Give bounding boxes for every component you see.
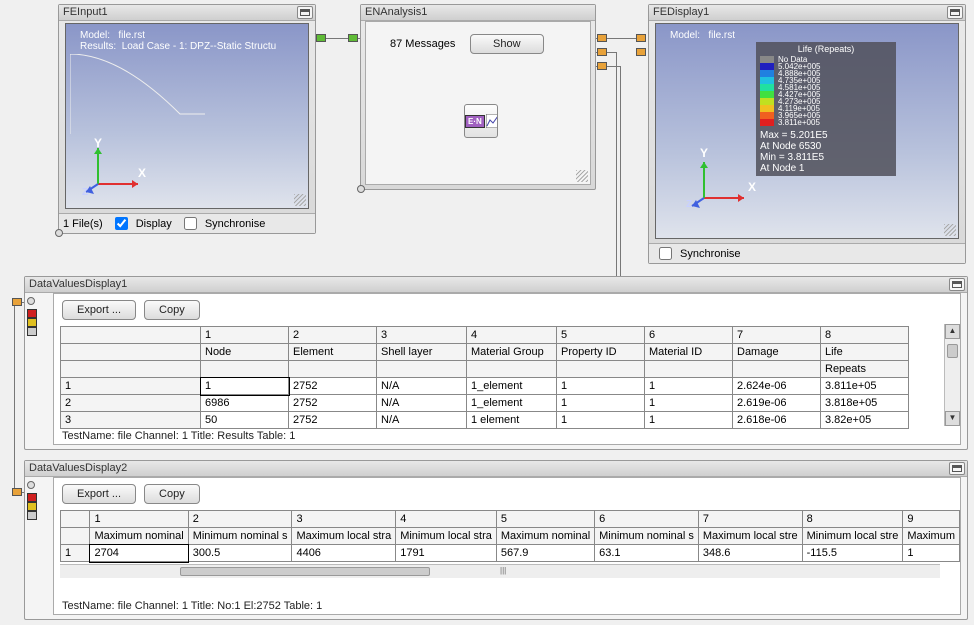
y-axis-label: Y [94, 136, 102, 150]
table-header-row: NodeElementShell layerMaterial Group Pro… [61, 344, 909, 361]
legend-title: Life (Repeats) [760, 44, 892, 54]
dvd1-status: TestName: file Channel: 1 Title: Results… [62, 430, 295, 442]
messages-count: 87 Messages [390, 38, 455, 50]
max-value: Max = 5.201E5 [760, 130, 892, 141]
x-axis-label: X [138, 166, 146, 180]
channel-block[interactable] [27, 327, 37, 336]
channel-block[interactable] [27, 511, 37, 520]
synchronise-label: Synchronise [680, 248, 741, 260]
feinput-footer: 1 File(s) Display Synchronise [59, 213, 315, 233]
input-port[interactable] [12, 298, 22, 306]
horizontal-scrollbar[interactable]: ||| [60, 564, 940, 578]
channel-block[interactable] [27, 309, 37, 318]
axis-triad-icon [686, 156, 756, 216]
resize-grip-icon[interactable] [576, 170, 588, 182]
export-button[interactable]: Export ... [62, 484, 136, 504]
en-analysis-icon[interactable]: E·N [464, 104, 498, 138]
copy-button[interactable]: Copy [144, 484, 200, 504]
max-node: At Node 6530 [760, 141, 892, 152]
table-row[interactable]: 1 12752N/A1_element 112.624e-063.811e+05 [61, 378, 909, 395]
model-value: file.rst [118, 30, 145, 41]
input-port[interactable] [636, 34, 646, 42]
input-port[interactable] [636, 48, 646, 56]
legend-values: No Data 5.042e+005 4.888e+005 4.735e+005… [778, 56, 821, 126]
channel-block[interactable] [27, 318, 37, 327]
channel-block[interactable] [27, 493, 37, 502]
input-port[interactable] [12, 488, 22, 496]
export-button[interactable]: Export ... [62, 300, 136, 320]
fedisplay-viewport[interactable]: Model: file.rst Life (Repeats) [655, 23, 959, 239]
feinput-viewport[interactable]: Model: file.rst Results: Load Case - 1: … [65, 23, 309, 209]
scroll-thumb[interactable] [180, 567, 430, 576]
side-port[interactable] [27, 481, 35, 489]
x-axis-label: X [748, 180, 756, 194]
dvd2-panel: DataValuesDisplay2 Export ... Copy 12 34… [24, 460, 968, 620]
output-port[interactable] [597, 62, 607, 70]
table-row[interactable]: 2 69862752N/A1_element 112.619e-063.818e… [61, 395, 909, 412]
output-port[interactable] [597, 34, 607, 42]
model-label: Model: [670, 30, 700, 41]
model-label: Model: [80, 30, 110, 41]
table-row[interactable]: 3 502752N/A1 element 112.618e-063.82e+05 [61, 412, 909, 429]
show-button[interactable]: Show [470, 34, 544, 54]
maximize-icon[interactable] [297, 6, 313, 19]
dvd2-title: DataValuesDisplay2 [25, 461, 967, 477]
scroll-up-icon[interactable]: ▲ [945, 324, 960, 339]
table-header-row: Maximum nominalMinimum nominal sMaximum … [61, 528, 960, 545]
maximize-icon[interactable] [949, 462, 965, 475]
z-axis-label: Z [82, 187, 88, 198]
table-row[interactable]: 1 2704300.544061791 567.963.1348.6-115.5… [61, 545, 960, 562]
enanalysis-title: ENAnalysis1 [361, 5, 595, 21]
synchronise-checkbox[interactable] [184, 217, 197, 230]
dvd1-panel: DataValuesDisplay1 Export ... Copy 12 34… [24, 276, 968, 450]
synchronise-label: Synchronise [205, 218, 266, 230]
table-header-row: 12 34 56 78 9 [61, 511, 960, 528]
wireframe-geometry [70, 54, 210, 144]
scroll-thumb[interactable] [947, 344, 958, 358]
vertical-scrollbar[interactable]: ▲ ▼ [944, 324, 960, 426]
channel-block[interactable] [27, 502, 37, 511]
files-count: 1 File(s) [63, 218, 103, 230]
min-value: Min = 3.811E5 [760, 152, 892, 163]
input-port[interactable] [348, 34, 358, 42]
fedisplay-title: FEDisplay1 [649, 5, 965, 21]
scroll-down-icon[interactable]: ▼ [945, 411, 960, 426]
model-value: file.rst [708, 30, 735, 41]
enanalysis-panel: ENAnalysis1 87 Messages Show E·N [360, 4, 596, 190]
resize-grip-icon[interactable] [294, 194, 306, 206]
synchronise-checkbox[interactable] [659, 247, 672, 260]
results-value: Load Case - 1: DPZ--Static Structu [122, 41, 277, 52]
output-port[interactable] [316, 34, 326, 42]
feinput-title: FEInput1 [59, 5, 315, 21]
fedisplay-footer: Synchronise [649, 243, 965, 263]
y-axis-label: Y [700, 146, 708, 160]
dvd2-table[interactable]: 12 34 56 78 9 Maximum nominalMinimum nom… [60, 510, 960, 562]
maximize-icon[interactable] [947, 6, 963, 19]
dvd2-status: TestName: file Channel: 1 Title: No:1 El… [62, 600, 322, 612]
display-checkbox[interactable] [115, 217, 128, 230]
z-axis-label: Z [686, 199, 692, 210]
maximize-icon[interactable] [949, 278, 965, 291]
dvd1-title: DataValuesDisplay1 [25, 277, 967, 293]
copy-button[interactable]: Copy [144, 300, 200, 320]
results-label: Results: [80, 41, 116, 52]
bottom-port[interactable] [357, 185, 365, 193]
fedisplay-panel: FEDisplay1 Model: file.rst Life (Repeats… [648, 4, 966, 264]
display-label: Display [136, 218, 172, 230]
feinput-panel: FEInput1 Model: file.rst Results: Load C… [58, 4, 316, 234]
min-node: At Node 1 [760, 163, 892, 174]
resize-grip-icon[interactable] [944, 224, 956, 236]
table-header-row: 12 34 56 78 [61, 327, 909, 344]
table-header-row: Repeats [61, 361, 909, 378]
dvd1-table[interactable]: 12 34 56 78 NodeElementShell layerMateri… [60, 326, 909, 429]
side-port[interactable] [55, 229, 63, 237]
color-legend: Life (Repeats) No Data 5.042e+005 [756, 42, 896, 176]
legend-gradient-icon [760, 56, 774, 126]
side-port[interactable] [27, 297, 35, 305]
output-port[interactable] [597, 48, 607, 56]
